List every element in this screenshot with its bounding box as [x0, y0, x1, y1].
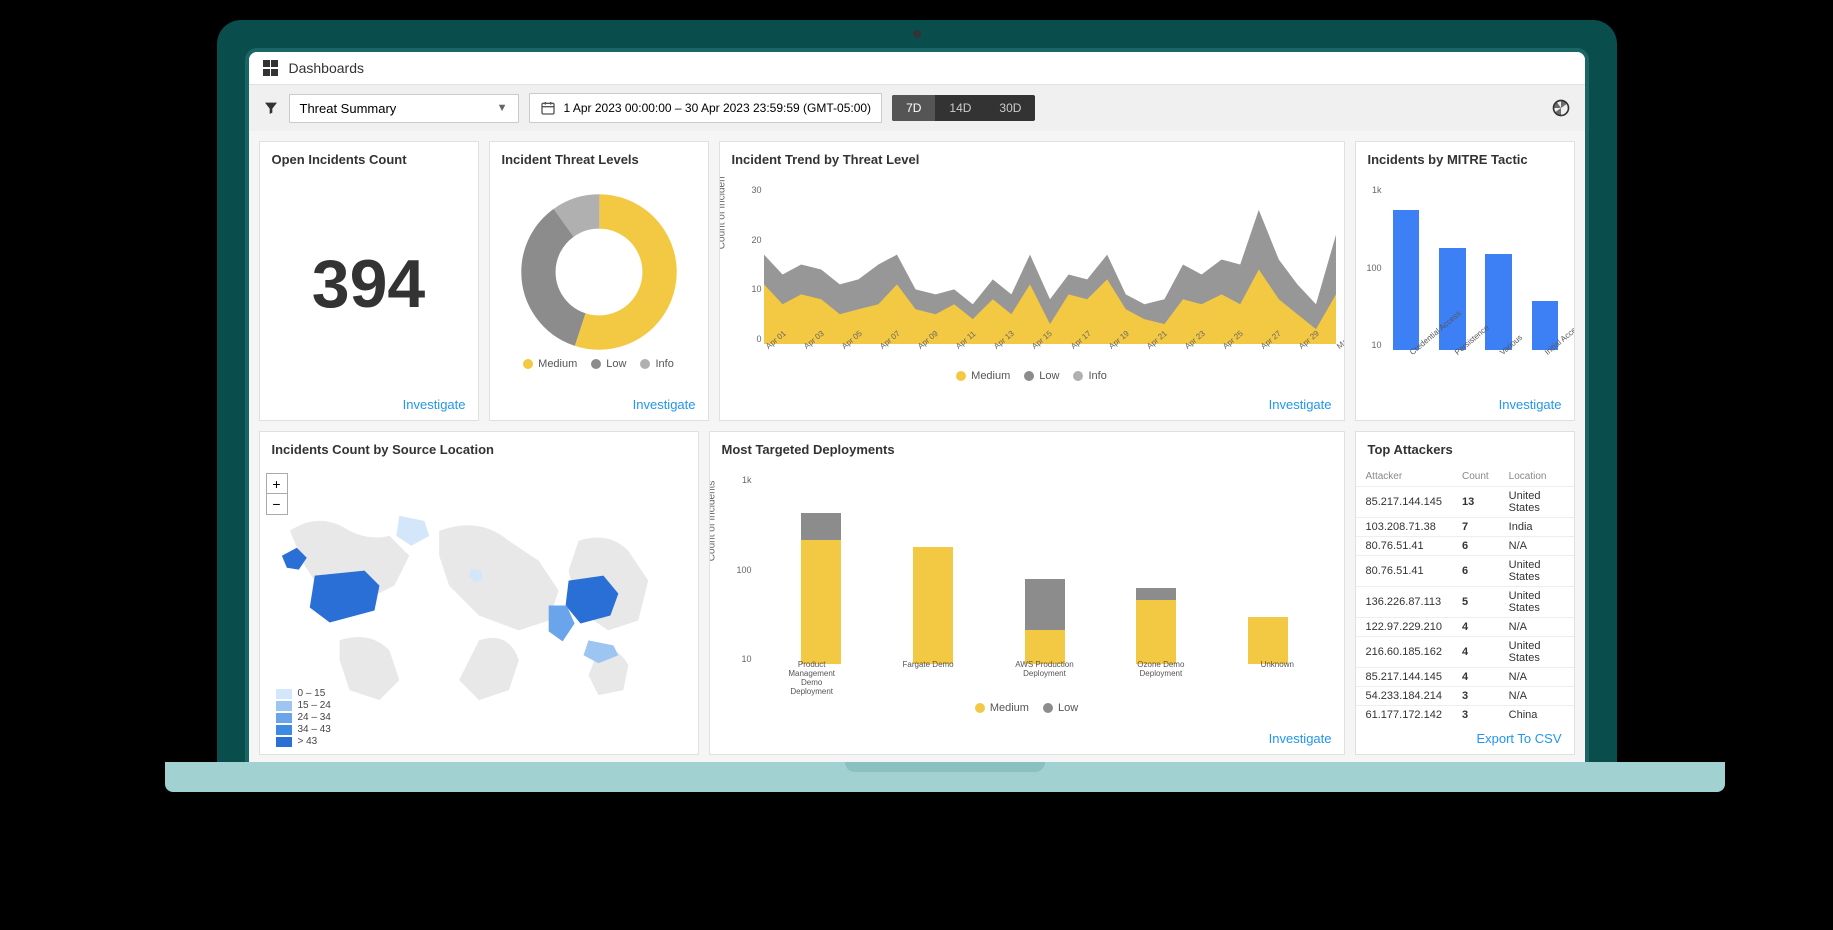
card-title: Incidents Count by Source Location [260, 432, 698, 467]
map-legend: 0 – 15 15 – 24 24 – 34 34 – 43 > 43 [276, 687, 331, 748]
legend: Medium Low [710, 696, 1344, 720]
table-row[interactable]: 80.76.51.416N/A [1356, 537, 1574, 556]
table-row[interactable]: 136.226.87.1135United States [1356, 587, 1574, 618]
legend-medium: Medium [971, 370, 1010, 382]
investigate-link[interactable]: Investigate [1269, 397, 1332, 412]
legend-low: Low [1058, 702, 1078, 714]
attackers-table: Attacker Count Location 85.217.144.14513… [1356, 467, 1574, 724]
card-title: Most Targeted Deployments [710, 432, 1344, 467]
legend: Medium Low Info [523, 352, 674, 376]
col-location: Location [1499, 467, 1574, 487]
y-ticks: 1k10010 [1360, 185, 1382, 350]
card-top-attackers: Top Attackers Attacker Count Location 85… [1355, 431, 1575, 755]
date-range-text: 1 Apr 2023 00:00:00 – 30 Apr 2023 23:59:… [564, 101, 872, 115]
card-source-location-map: Incidents Count by Source Location + − [259, 431, 699, 755]
card-threat-levels: Incident Threat Levels Medium Low Info [489, 141, 709, 421]
y-axis-label: Count of Incidents [720, 177, 728, 249]
y-ticks: 3020100 [738, 185, 762, 344]
legend-medium: Medium [538, 358, 577, 370]
col-attacker: Attacker [1356, 467, 1452, 487]
card-title: Incident Trend by Threat Level [720, 142, 1344, 177]
table-row[interactable]: 54.233.184.2143N/A [1356, 687, 1574, 706]
table-row[interactable]: 85.217.144.14513United States [1356, 487, 1574, 518]
legend-info: Info [655, 358, 673, 370]
investigate-link[interactable]: Investigate [403, 397, 466, 412]
date-range-picker[interactable]: 1 Apr 2023 00:00:00 – 30 Apr 2023 23:59:… [529, 93, 883, 123]
x-labels: Product Management Demo DeploymentFargat… [754, 660, 1336, 696]
screenshot-icon[interactable] [1551, 98, 1571, 118]
card-mitre-tactic: Incidents by MITRE Tactic 1k10010 [1355, 141, 1575, 421]
table-row[interactable]: 80.76.51.416United States [1356, 556, 1574, 587]
dashboard-select[interactable]: Threat Summary ▼ [289, 94, 519, 123]
zoom-in-button[interactable]: + [267, 474, 287, 494]
table-row[interactable]: 122.97.229.2104N/A [1356, 618, 1574, 637]
legend-low: Low [606, 358, 626, 370]
export-csv-link[interactable]: Export To CSV [1476, 731, 1561, 746]
donut-chart [519, 192, 679, 352]
x-ticks: Apr 01Apr 03Apr 05Apr 07Apr 09Apr 11Apr … [764, 344, 1336, 364]
legend: Medium Low Info [720, 364, 1344, 388]
range-30d[interactable]: 30D [985, 95, 1035, 121]
table-row[interactable]: 216.60.185.1624United States [1356, 637, 1574, 668]
toolbar: Threat Summary ▼ 1 Apr 2023 00:00:00 – 3… [249, 85, 1585, 131]
top-bar: Dashboards [249, 52, 1585, 85]
open-incidents-value: 394 [260, 177, 478, 390]
filter-icon [263, 100, 279, 116]
range-14d[interactable]: 14D [935, 95, 985, 121]
legend-medium: Medium [990, 702, 1029, 714]
investigate-link[interactable]: Investigate [1269, 731, 1332, 746]
y-axis-label: Count of Incidents [710, 480, 718, 561]
legend-info: Info [1088, 370, 1106, 382]
map-zoom: + − [266, 473, 288, 515]
legend-low: Low [1039, 370, 1059, 382]
investigate-link[interactable]: Investigate [1499, 397, 1562, 412]
zoom-out-button[interactable]: − [267, 494, 287, 514]
bar-chart [1386, 185, 1566, 350]
card-title: Top Attackers [1356, 432, 1574, 467]
card-deployments: Most Targeted Deployments Count of Incid… [709, 431, 1345, 755]
table-row[interactable]: 103.208.71.387India [1356, 518, 1574, 537]
area-chart [764, 185, 1336, 344]
table-row[interactable]: 85.217.144.1454N/A [1356, 668, 1574, 687]
calendar-icon [540, 100, 556, 116]
stacked-bar-chart [754, 475, 1336, 664]
chevron-down-icon: ▼ [497, 102, 508, 114]
x-labels: Credential AccessPersistenceVariousIniti… [1386, 350, 1566, 390]
card-title: Open Incidents Count [260, 142, 478, 177]
dashboards-icon [263, 60, 279, 76]
table-row[interactable]: 61.177.172.1423China [1356, 706, 1574, 725]
range-7d[interactable]: 7D [892, 95, 935, 121]
card-title: Incidents by MITRE Tactic [1356, 142, 1574, 177]
card-incident-trend: Incident Trend by Threat Level Count of … [719, 141, 1345, 421]
col-count: Count [1452, 467, 1499, 487]
y-ticks: 1k10010 [728, 475, 752, 664]
page-title: Dashboards [289, 60, 365, 76]
card-open-incidents: Open Incidents Count 394 Investigate [259, 141, 479, 421]
range-toggle: 7D 14D 30D [892, 95, 1035, 121]
card-title: Incident Threat Levels [490, 142, 708, 177]
dashboard-select-label: Threat Summary [300, 101, 397, 116]
investigate-link[interactable]: Investigate [633, 397, 696, 412]
